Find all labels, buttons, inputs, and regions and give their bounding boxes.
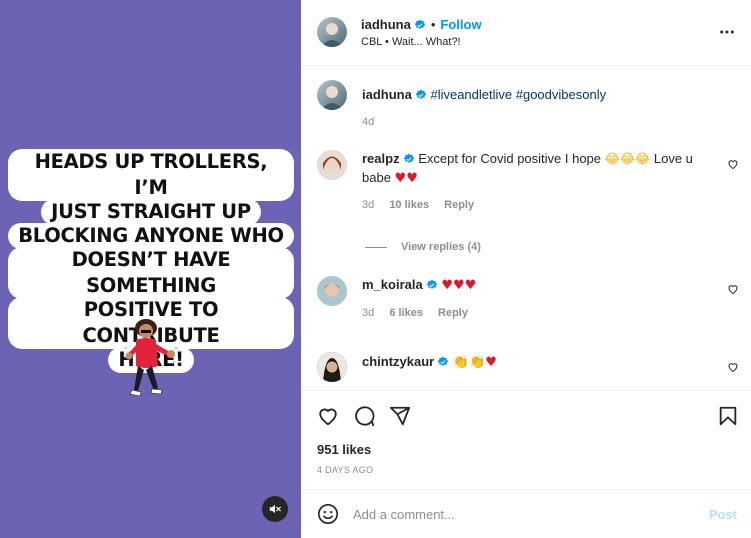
post-media[interactable]: HEADS UP TROLLERS, I’M JUST STRAIGHT UP … (0, 0, 301, 538)
more-options-icon[interactable] (719, 24, 735, 40)
post-subtitle[interactable]: CBL • Wait... What?! (361, 36, 461, 48)
divider-line (365, 246, 387, 248)
comment-username[interactable]: chintzykaur (362, 354, 434, 369)
comment-time[interactable]: 4d (362, 116, 374, 128)
heart-emoji: ♥♥♥ (441, 278, 477, 293)
comment-time[interactable]: 3d (362, 307, 374, 319)
heart-emoji: ♥♥ (394, 171, 418, 186)
overlay-line: BLOCKING ANYONE WHO (8, 223, 294, 249)
like-heart-icon[interactable] (317, 405, 339, 427)
like-comment-heart-icon[interactable] (727, 361, 739, 373)
comment-text: Except for Covid positive I hope (418, 151, 602, 166)
overlay-line: HEADS UP TROLLERS, I’M (8, 149, 294, 201)
post-timestamp[interactable]: 4 DAYS AGO (317, 465, 373, 475)
clapping-emoji: 👏👏 (452, 355, 486, 370)
overlay-line: DOESN’T HAVE SOMETHING (8, 247, 294, 299)
comment-username[interactable]: iadhuna (362, 87, 412, 102)
verified-badge-icon (438, 356, 449, 366)
speaker-muted-icon (269, 504, 281, 514)
avatar[interactable] (317, 276, 347, 306)
hashtags[interactable]: #liveandletlive #goodvibesonly (430, 87, 606, 102)
comment-icon[interactable] (353, 405, 375, 427)
add-comment-bar: Post (301, 489, 751, 538)
verified-badge-icon (426, 279, 437, 289)
comment-likes[interactable]: 6 likes (389, 307, 423, 319)
like-comment-heart-icon[interactable] (727, 158, 739, 170)
emoji-picker-icon[interactable] (317, 503, 339, 525)
avatar[interactable] (317, 17, 347, 47)
laughing-emoji: 😂😂😂 (604, 152, 651, 167)
post-header: iadhuna • Follow CBL • Wait... What?! (301, 0, 751, 66)
comment-likes[interactable]: 10 likes (389, 199, 429, 211)
header-user-line: iadhuna • Follow (361, 17, 482, 32)
reply-button[interactable]: Reply (438, 307, 468, 319)
follow-button[interactable]: Follow (440, 17, 481, 32)
comment-username[interactable]: realpz (362, 151, 400, 166)
reply-button[interactable]: Reply (444, 199, 474, 211)
comment-input[interactable] (353, 502, 693, 526)
overlay-line: JUST STRAIGHT UP (41, 199, 261, 225)
view-replies-button[interactable]: View replies (4) (365, 241, 481, 253)
verified-badge-icon (403, 153, 414, 163)
comment-username[interactable]: m_koirala (362, 277, 423, 292)
likes-count[interactable]: 951 likes (317, 442, 371, 457)
post-comment-button[interactable]: Post (709, 507, 737, 522)
heart-emoji: ♥ (485, 355, 497, 370)
action-bar: 951 likes 4 DAYS AGO (301, 390, 751, 488)
mute-button[interactable] (262, 496, 288, 522)
dancing-person-sticker (124, 319, 178, 397)
avatar[interactable] (317, 352, 347, 382)
avatar[interactable] (317, 150, 347, 180)
avatar[interactable] (317, 80, 347, 110)
header-username[interactable]: iadhuna (361, 17, 411, 32)
separator-dot: • (430, 17, 436, 32)
save-bookmark-icon[interactable] (717, 405, 739, 427)
post-panel: iadhuna • Follow CBL • Wait... What?! iadh… (301, 0, 751, 538)
share-icon[interactable] (389, 405, 411, 427)
verified-badge-icon (414, 19, 426, 29)
view-replies-label: View replies (4) (401, 241, 481, 253)
like-comment-heart-icon[interactable] (727, 283, 739, 295)
comment-time[interactable]: 3d (362, 199, 374, 211)
verified-badge-icon (415, 89, 427, 99)
